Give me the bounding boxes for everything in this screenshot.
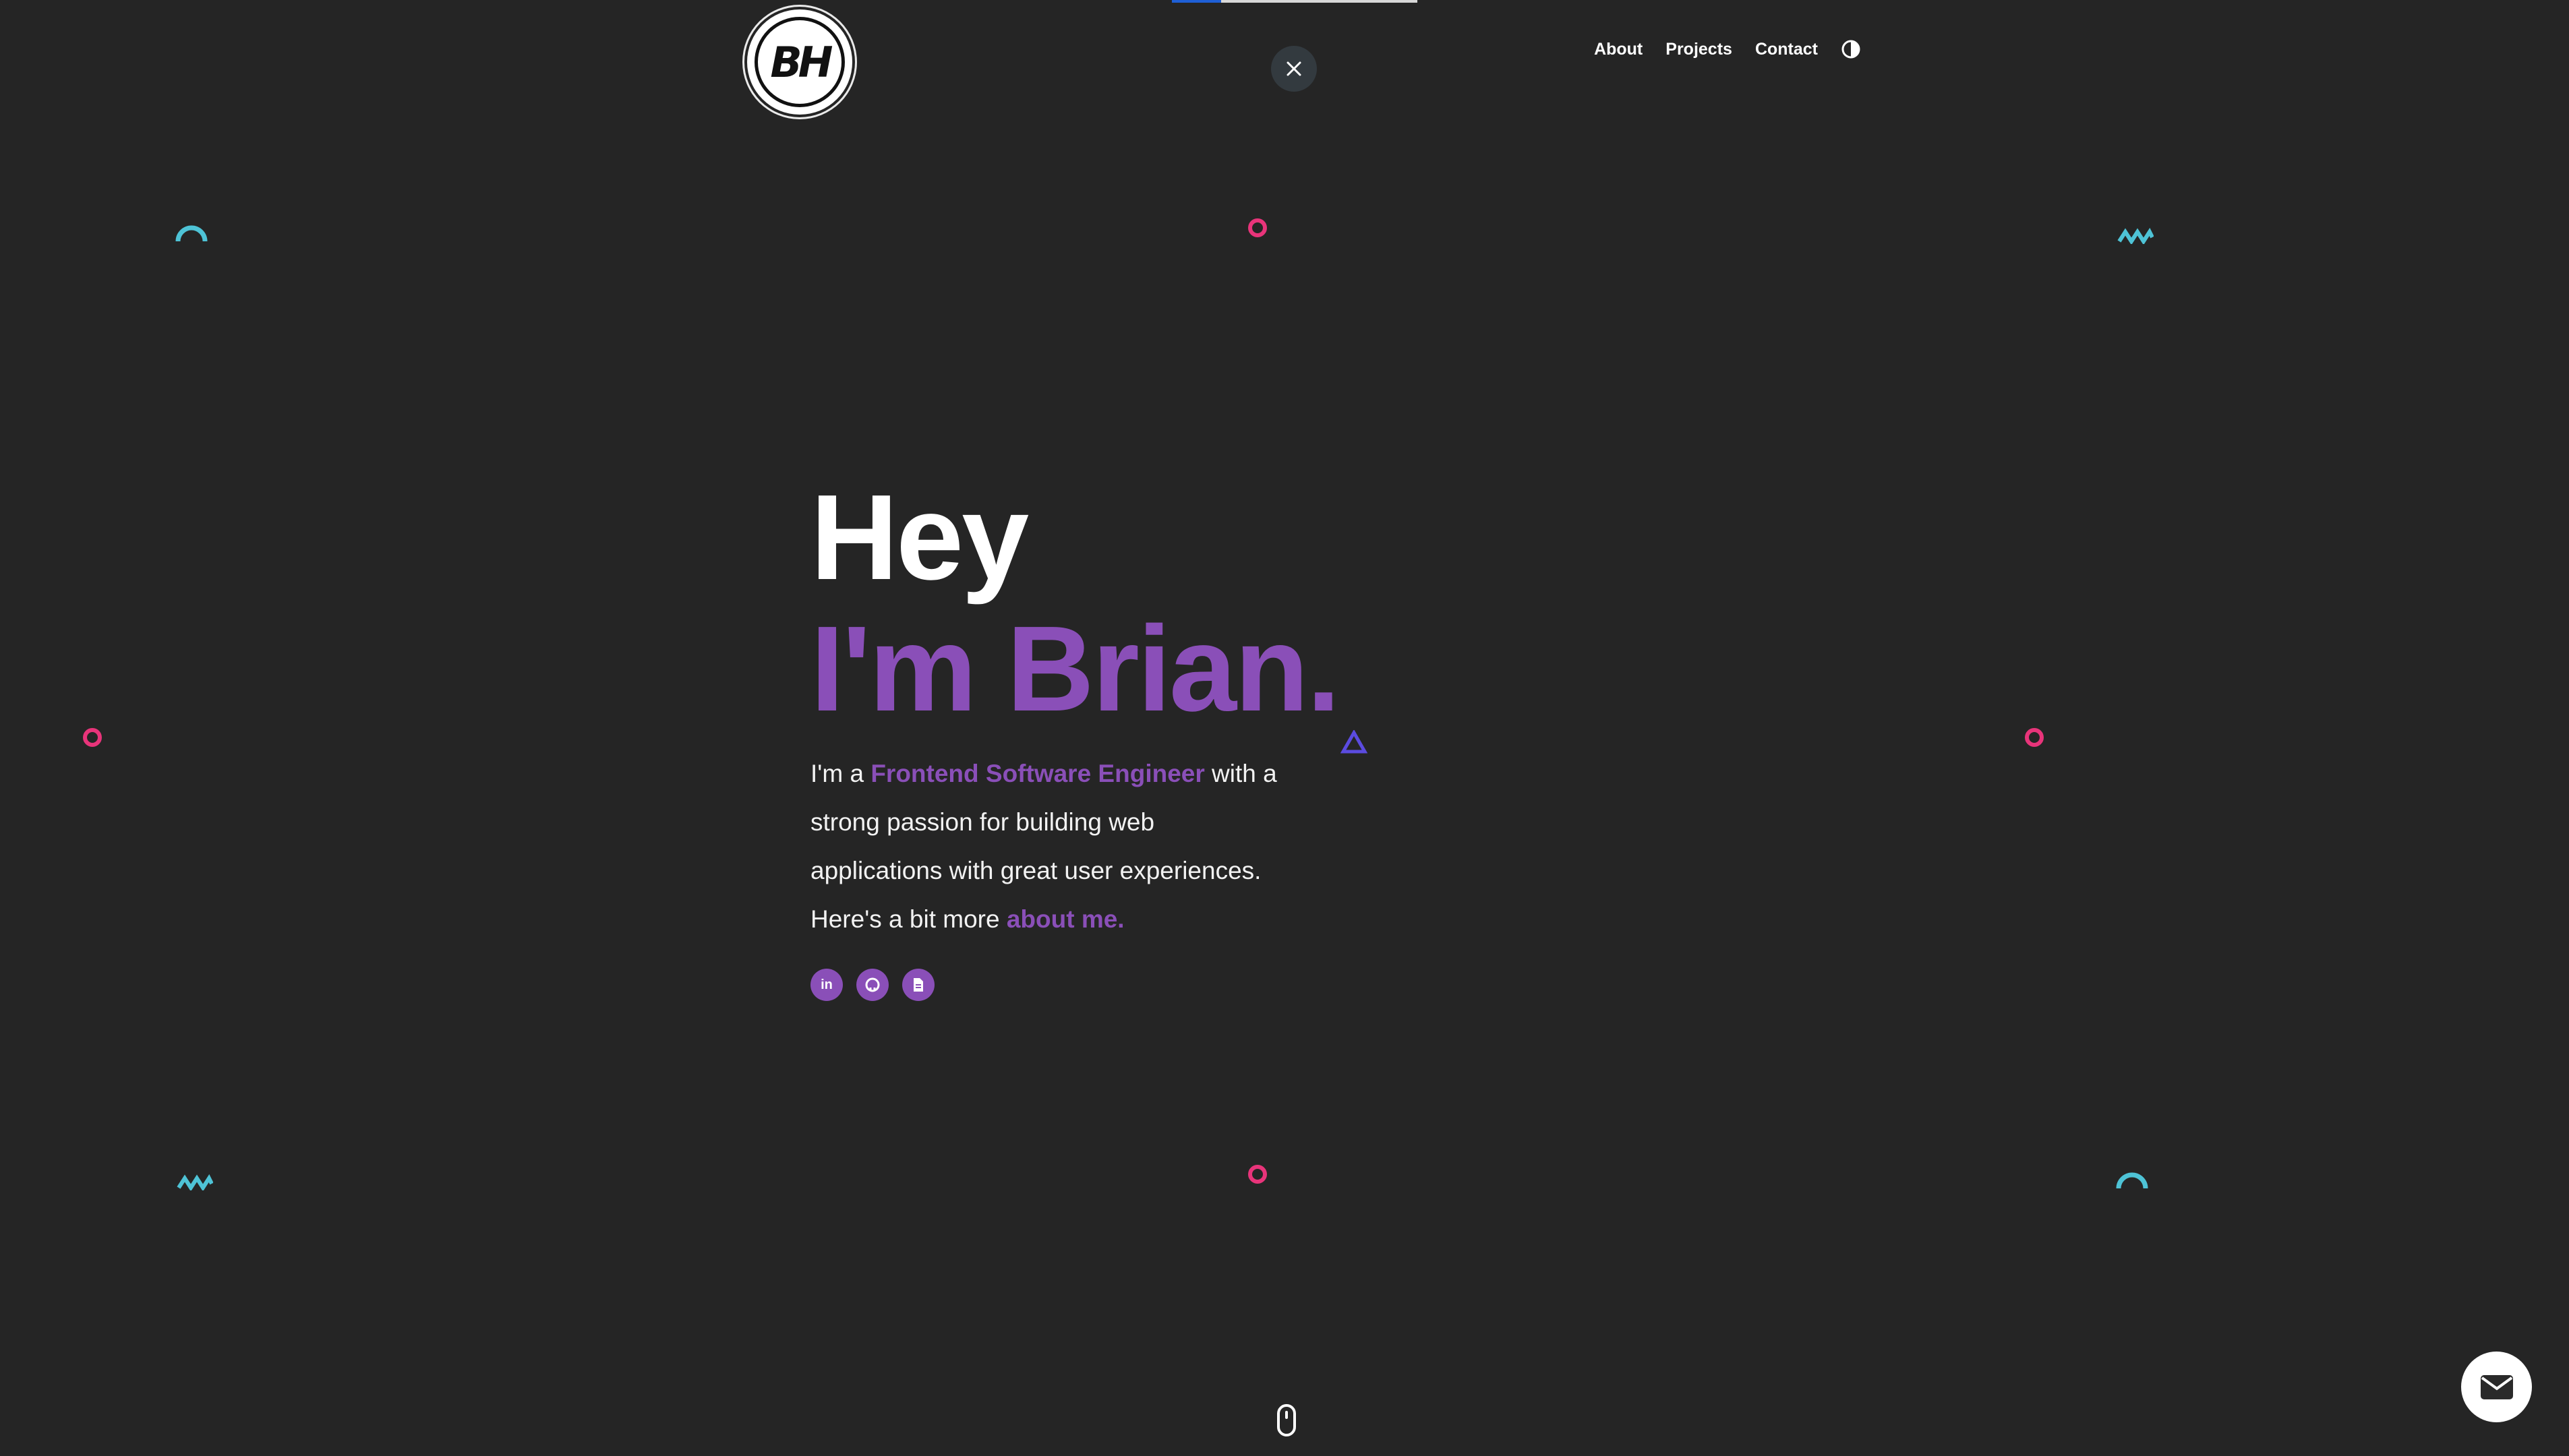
- close-button[interactable]: [1271, 46, 1317, 92]
- ring-shape-icon: [83, 728, 102, 747]
- resume-icon: [914, 978, 923, 992]
- zigzag-shape-icon: [2117, 228, 2154, 244]
- social-links: in: [810, 969, 1404, 1001]
- ring-shape-icon: [2025, 728, 2044, 747]
- resume-button[interactable]: [902, 969, 935, 1001]
- nav-about[interactable]: About: [1594, 40, 1643, 59]
- site-logo[interactable]: BH: [749, 11, 850, 113]
- scroll-progress-fill: [1172, 0, 1221, 3]
- logo-text: BH: [770, 37, 833, 87]
- contact-mail-button[interactable]: [2461, 1352, 2532, 1422]
- nav-contact[interactable]: Contact: [1755, 40, 1818, 59]
- linkedin-icon: in: [821, 977, 833, 992]
- linkedin-button[interactable]: in: [810, 969, 843, 1001]
- hero-greeting: Hey: [810, 470, 1029, 605]
- desc-prefix: I'm a: [810, 760, 871, 787]
- github-button[interactable]: [856, 969, 889, 1001]
- nav-projects[interactable]: Projects: [1665, 40, 1732, 59]
- hero-description: I'm a Frontend Software Engineer with a …: [810, 750, 1282, 944]
- ring-shape-icon: [1248, 218, 1267, 237]
- contrast-icon: [1841, 40, 1860, 59]
- arc-shape-icon: [175, 225, 208, 242]
- envelope-icon: [2480, 1374, 2513, 1399]
- hero-section: Hey I'm Brian. I'm a Frontend Software E…: [810, 472, 1404, 1001]
- main-nav: About Projects Contact: [1594, 39, 1861, 59]
- page: BH About Projects Contact Hey I'm Brian.…: [0, 0, 2569, 1456]
- hero-name: I'm Brian.: [810, 601, 1340, 737]
- scroll-mouse-icon: [1277, 1404, 1296, 1436]
- scroll-progress-bar: [1172, 0, 1417, 3]
- about-me-link[interactable]: about me.: [1007, 905, 1125, 933]
- close-icon: [1287, 61, 1301, 76]
- arc-shape-icon: [2116, 1172, 2148, 1189]
- desc-role: Frontend Software Engineer: [870, 760, 1205, 787]
- github-icon: [865, 977, 880, 992]
- ring-shape-icon: [1248, 1165, 1267, 1184]
- theme-toggle-button[interactable]: [1841, 39, 1861, 59]
- zigzag-shape-icon: [177, 1174, 213, 1190]
